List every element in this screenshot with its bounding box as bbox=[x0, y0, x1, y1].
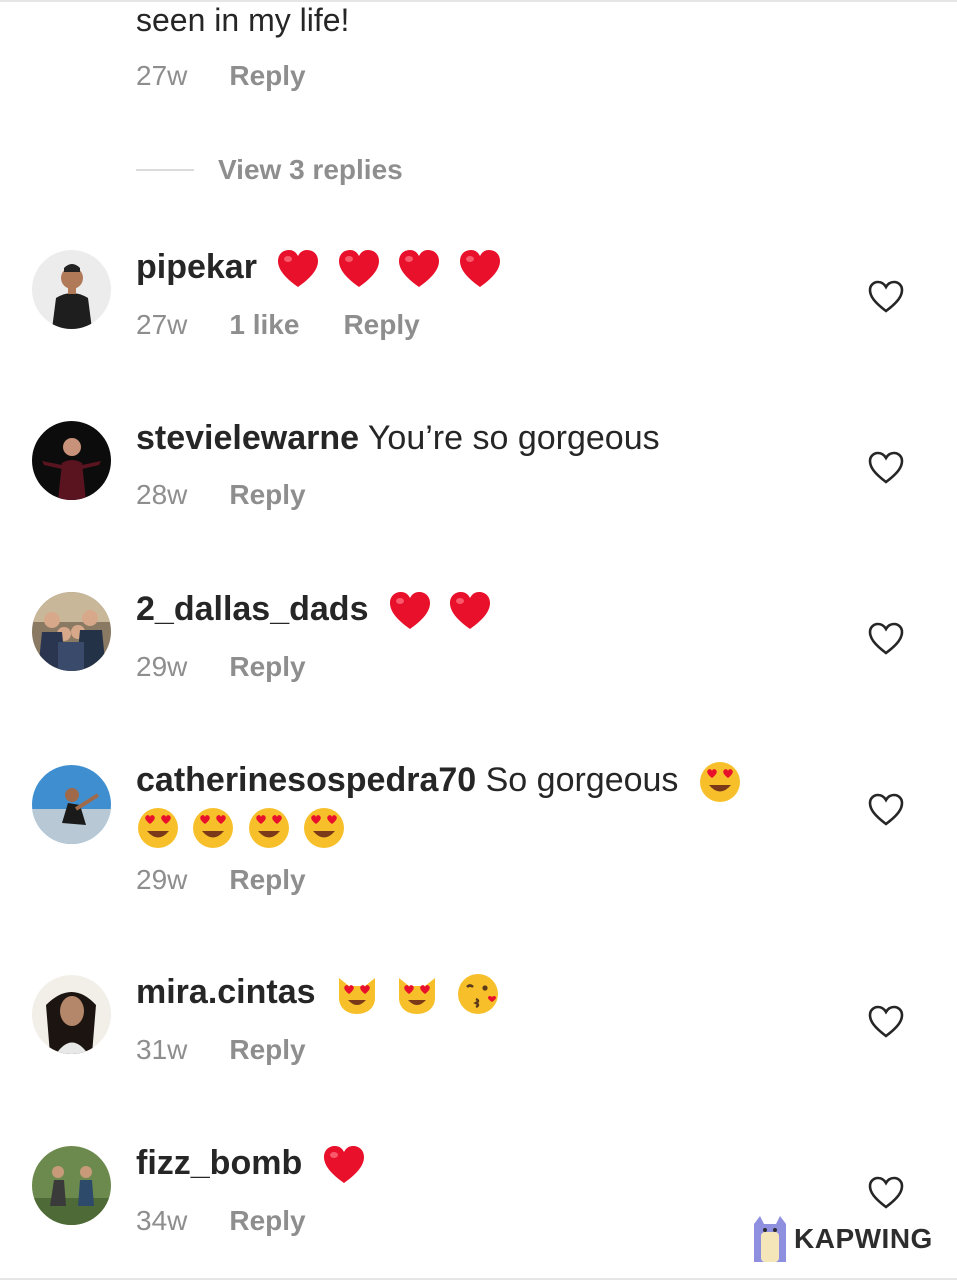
heart-eyes-emoji bbox=[247, 806, 291, 850]
comment-emojis bbox=[325, 973, 500, 1015]
comment-meta: 27w 1 like Reply bbox=[136, 309, 816, 341]
comment-time: 31w bbox=[136, 1034, 188, 1066]
avatar[interactable] bbox=[32, 250, 111, 329]
kapwing-watermark: KAPWING bbox=[752, 1214, 933, 1264]
comment-username[interactable]: pipekar bbox=[136, 248, 257, 286]
heart-eyes-cat-emoji bbox=[395, 972, 439, 1016]
comment-username[interactable]: stevielewarne bbox=[136, 419, 359, 457]
red-heart-emoji bbox=[397, 247, 441, 291]
comment-time: 27w bbox=[136, 60, 188, 91]
kapwing-logo-icon bbox=[752, 1214, 788, 1264]
red-heart-emoji bbox=[448, 589, 492, 633]
comment-body: pipekar 27w 1 like Reply bbox=[136, 246, 816, 341]
reply-button[interactable]: Reply bbox=[229, 651, 305, 683]
heart-eyes-cat-emoji bbox=[335, 972, 379, 1016]
comment-meta: 28w Reply bbox=[136, 479, 816, 511]
comment-time: 27w bbox=[136, 309, 188, 341]
comment-username[interactable]: 2_dallas_dads bbox=[136, 590, 368, 628]
red-heart-emoji bbox=[276, 247, 320, 291]
like-heart-icon[interactable] bbox=[868, 451, 904, 485]
comment-meta: 29w Reply bbox=[136, 864, 836, 896]
comment-time: 28w bbox=[136, 479, 188, 510]
comment-emojis bbox=[312, 1144, 366, 1184]
comment-meta: 31w Reply bbox=[136, 1034, 816, 1066]
comment-meta: 29w Reply bbox=[136, 651, 816, 683]
avatar[interactable] bbox=[32, 975, 111, 1054]
like-heart-icon[interactable] bbox=[868, 280, 904, 314]
likes-count[interactable]: 1 like bbox=[229, 309, 299, 341]
comment-body: 2_dallas_dads 29w Reply bbox=[136, 588, 816, 683]
reply-button[interactable]: Reply bbox=[343, 309, 419, 341]
kapwing-wordmark: KAPWING bbox=[794, 1223, 933, 1254]
avatar[interactable] bbox=[32, 1146, 111, 1225]
comments-screen: seen in my life! 27w Reply View 3 replie… bbox=[0, 0, 957, 1280]
red-heart-emoji bbox=[388, 589, 432, 633]
replies-divider-line bbox=[136, 169, 194, 171]
reply-button[interactable]: Reply bbox=[229, 1034, 305, 1066]
comment-emojis bbox=[378, 590, 492, 630]
comment-emojis bbox=[266, 248, 501, 288]
like-heart-icon[interactable] bbox=[868, 1005, 904, 1039]
comment-emojis bbox=[136, 806, 836, 850]
comment-time: 34w bbox=[136, 1205, 188, 1237]
red-heart-emoji bbox=[322, 1143, 366, 1187]
comment-time: 29w bbox=[136, 651, 188, 683]
avatar[interactable] bbox=[32, 421, 111, 500]
comment-body: mira.cintas 31w Reply bbox=[136, 971, 816, 1066]
heart-eyes-emoji bbox=[191, 806, 235, 850]
view-replies-label: View 3 replies bbox=[218, 154, 403, 185]
heart-eyes-emoji bbox=[302, 806, 346, 850]
previous-comment-meta: 27w Reply bbox=[136, 60, 349, 92]
comment-text: You’re so gorgeous bbox=[367, 419, 660, 457]
comment-time: 29w bbox=[136, 864, 188, 896]
previous-comment: seen in my life! 27w Reply bbox=[136, 2, 349, 92]
reply-button[interactable]: Reply bbox=[229, 864, 305, 896]
comment-body: fizz_bomb 34w Reply bbox=[136, 1142, 816, 1237]
heart-eyes-emoji bbox=[698, 760, 742, 804]
comment-username[interactable]: mira.cintas bbox=[136, 973, 316, 1011]
reply-button[interactable]: Reply bbox=[229, 479, 305, 511]
kissing-face-emoji bbox=[456, 972, 500, 1016]
comment-username[interactable]: fizz_bomb bbox=[136, 1144, 302, 1182]
heart-eyes-emoji bbox=[136, 806, 180, 850]
avatar[interactable] bbox=[32, 592, 111, 671]
red-heart-emoji bbox=[337, 247, 381, 291]
comment-meta: 34w Reply bbox=[136, 1205, 816, 1237]
comment-body: stevielewarne You’re so gorgeous 28w Rep… bbox=[136, 417, 816, 511]
previous-comment-text: seen in my life! bbox=[136, 2, 350, 38]
like-heart-icon[interactable] bbox=[868, 793, 904, 827]
comment-username[interactable]: catherinesospedra70 bbox=[136, 761, 476, 799]
avatar[interactable] bbox=[32, 765, 111, 844]
like-heart-icon[interactable] bbox=[868, 622, 904, 656]
red-heart-emoji bbox=[458, 247, 502, 291]
comment-body: catherinesospedra70 So gorgeous 29w Repl… bbox=[136, 759, 836, 896]
comment-text: So gorgeous bbox=[485, 761, 679, 799]
reply-button[interactable]: Reply bbox=[229, 60, 305, 92]
view-replies-button[interactable]: View 3 replies bbox=[136, 154, 403, 186]
like-heart-icon[interactable] bbox=[868, 1176, 904, 1210]
reply-button[interactable]: Reply bbox=[229, 1205, 305, 1237]
